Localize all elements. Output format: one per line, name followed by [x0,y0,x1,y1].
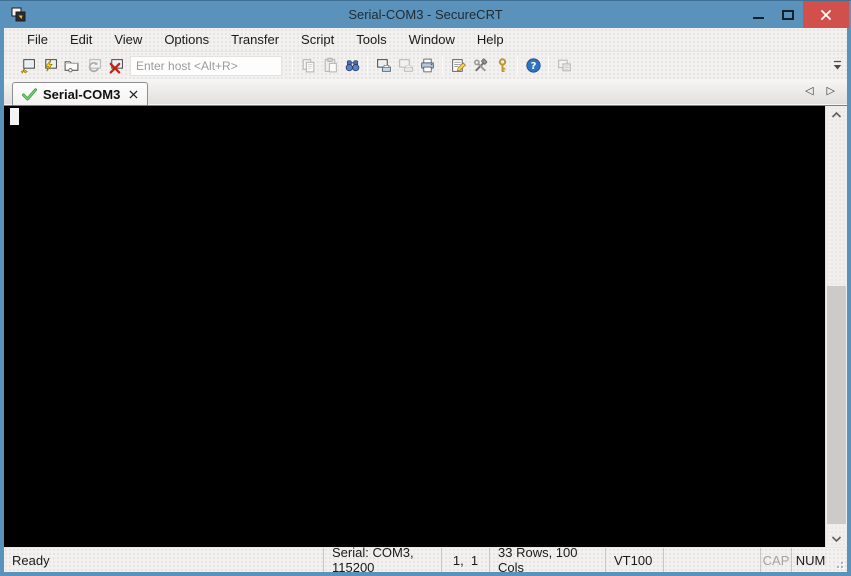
ssh-agent-key-button[interactable] [491,55,513,77]
connected-check-icon [22,87,37,100]
minimize-icon [752,16,764,19]
tab-scroll-left-button[interactable]: ◁ [805,86,813,97]
menu-bar: File Edit View Options Transfer Script T… [4,28,847,52]
menu-item-help[interactable]: Help [466,29,515,50]
connect-button[interactable] [38,55,60,77]
find-icon [345,60,359,72]
window-title: Serial-COM3 - SecureCRT [348,7,503,22]
print-icon [420,58,434,73]
copy-button[interactable] [297,55,319,77]
ssh-agent-key-icon [498,58,506,73]
global-options-button[interactable] [469,55,491,77]
chevron-up-icon [831,111,842,118]
minimize-button[interactable] [743,1,773,28]
toolbar-separator [548,56,549,75]
status-caps-lock: CAP [760,548,791,572]
session-manager-icon [64,61,78,73]
clone-session-icon [557,59,571,72]
tab-label: Serial-COM3 [43,86,121,102]
print-selection-button[interactable] [394,55,416,77]
toolbar-separator [442,56,443,75]
menu-item-view[interactable]: View [103,29,153,50]
maximize-icon [782,9,794,20]
status-message: Ready [12,552,50,568]
quick-connect-icon [20,59,35,74]
print-screen-icon [376,59,391,72]
toolbar-separator [292,56,293,75]
menu-item-window[interactable]: Window [398,29,466,50]
menu-item-transfer[interactable]: Transfer [220,29,290,50]
host-input[interactable] [130,55,282,76]
scroll-up-button[interactable] [826,106,847,123]
status-connection: Serial: COM3, 115200 [323,545,441,575]
chevron-down-icon [831,535,842,542]
toolbar-separator [517,56,518,75]
tab-serial-com3[interactable]: Serial-COM3 [12,82,149,105]
help-icon: ? [525,58,541,73]
status-emulation: VT100 [605,548,663,572]
menu-item-edit[interactable]: Edit [59,29,103,50]
reconnect-button[interactable] [82,55,104,77]
resize-grip[interactable] [829,548,847,572]
tab-bar: Serial-COM3 ◁ ▷ [4,79,847,105]
titlebar[interactable]: Serial-COM3 - SecureCRT [4,1,849,28]
grip-dot [841,566,843,568]
toolbar-overflow-icon [833,60,841,70]
print-button[interactable] [416,55,438,77]
grip-dot [837,566,839,568]
paste-icon [324,57,337,73]
help-button[interactable]: ? [522,55,544,77]
app-icon[interactable] [10,6,27,23]
svg-text:?: ? [530,61,536,72]
print-screen-button[interactable] [372,55,394,77]
menu-item-tools[interactable]: Tools [345,29,397,50]
scroll-down-button[interactable] [826,530,847,547]
vertical-scrollbar[interactable] [825,106,847,547]
close-button[interactable] [803,1,849,28]
session-options-icon [451,59,466,72]
toolbar-overflow-button[interactable] [829,55,845,77]
terminal-cursor [10,108,19,125]
maximize-button[interactable] [773,1,803,28]
grip-dot [841,562,843,564]
tab-scroll-controls: ◁ ▷ [805,79,835,104]
print-selection-icon [398,59,413,72]
paste-button[interactable] [319,55,341,77]
menu-item-script[interactable]: Script [290,29,345,50]
menu-item-file[interactable]: File [16,29,59,50]
copy-icon [302,59,314,73]
clone-session-button[interactable] [553,55,575,77]
global-options-icon [473,58,487,72]
status-spacer [663,548,760,572]
tab-close-button[interactable] [129,89,138,99]
connect-icon [44,59,57,72]
window-controls [743,1,849,28]
toolbar: ? [4,52,847,79]
session-options-button[interactable] [447,55,469,77]
tab-scroll-right-button[interactable]: ▷ [827,86,835,97]
securecrt-window: Serial-COM3 - SecureCRT File Edit View O… [0,0,851,576]
status-num-lock: NUM [791,548,829,572]
status-bar: Ready Serial: COM3, 115200 1, 1 33 Rows,… [4,545,847,575]
session-manager-button[interactable] [60,55,82,77]
menu-item-options[interactable]: Options [153,29,220,50]
terminal-row [4,105,847,547]
quick-connect-button[interactable] [16,55,38,77]
disconnect-button[interactable] [104,55,126,77]
find-button[interactable] [341,55,363,77]
tab-close-icon [129,89,138,99]
status-cursor-position: 1, 1 [441,548,489,572]
toolbar-separator [367,56,368,75]
terminal-screen[interactable] [4,106,825,547]
close-icon [821,9,831,20]
reconnect-icon [88,59,101,73]
scrollbar-thumb[interactable] [827,286,846,524]
status-dimensions: 33 Rows, 100 Cols [489,545,605,575]
disconnect-icon [109,59,123,74]
